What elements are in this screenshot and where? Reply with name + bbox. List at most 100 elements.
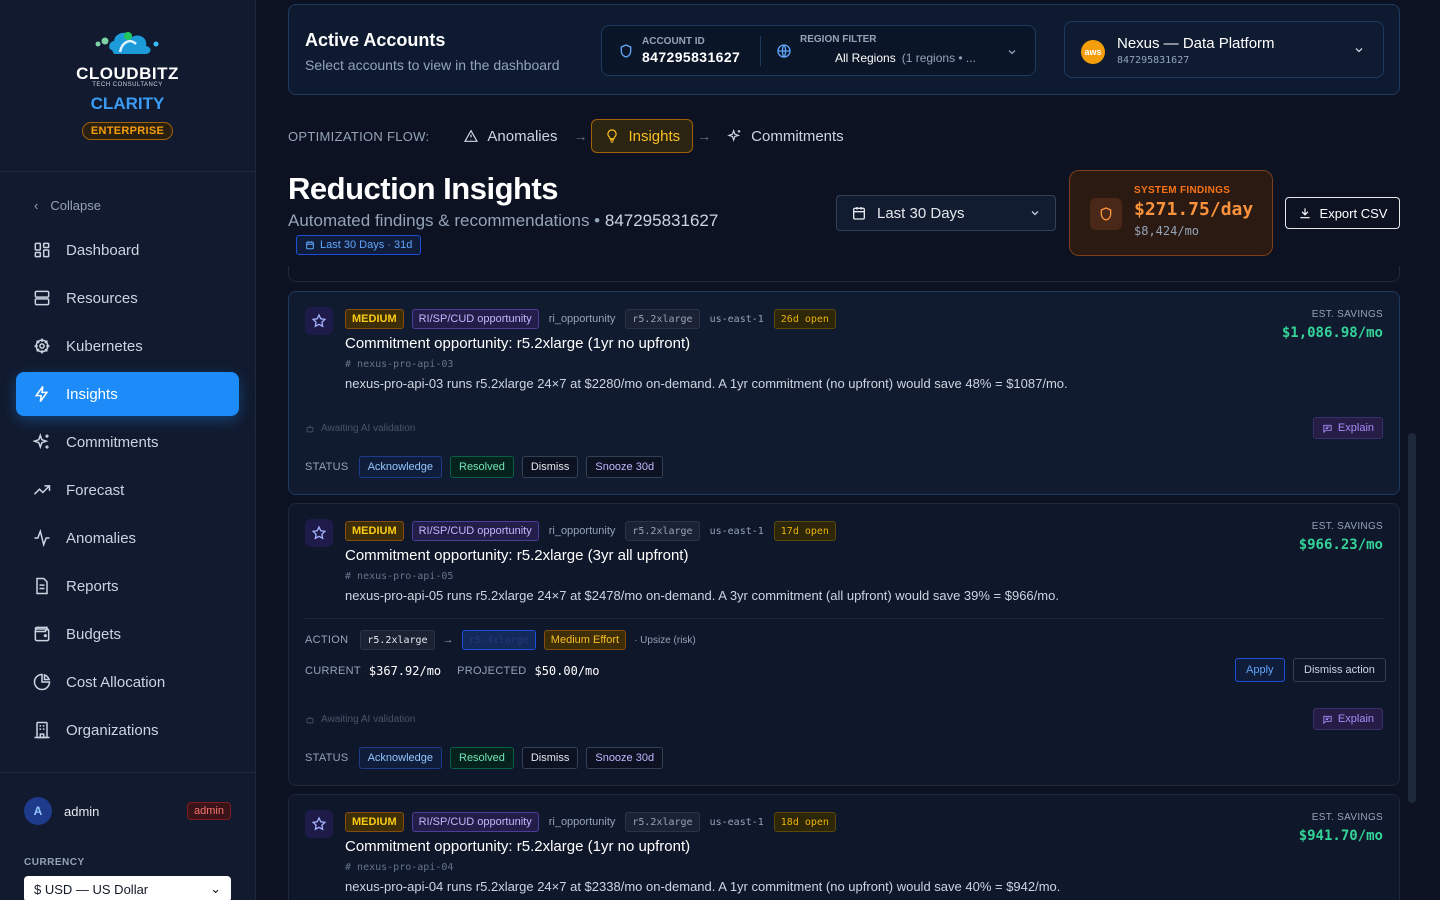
chevron-left-icon: ‹ [34, 197, 39, 213]
currency-select[interactable]: $ USD — US Dollar ⌄ [24, 876, 231, 900]
type-badge: RI/SP/CUD opportunity [411, 309, 539, 329]
star-icon[interactable] [305, 307, 333, 335]
sidebar-item-reports[interactable]: Reports [16, 564, 239, 608]
arrow-right-icon: → [573, 128, 588, 144]
projected-cost: $50.00/mo [534, 664, 600, 678]
star-icon[interactable] [305, 519, 333, 547]
severity-badge: MEDIUM [345, 812, 404, 832]
platform-selector[interactable]: aws Nexus — Data Platform 847295831627 [1064, 21, 1384, 78]
sidebar-item-cost-allocation[interactable]: Cost Allocation [16, 660, 239, 704]
sparkles-icon [727, 128, 741, 142]
brand-block: CLOUDBITZ TECH CONSULTANCY CLARITY ENTER… [0, 0, 255, 172]
sidebar-item-resources[interactable]: Resources [16, 276, 239, 320]
sidebar-item-organizations[interactable]: Organizations [16, 708, 239, 752]
resolved-button[interactable]: Resolved [450, 456, 514, 478]
findings-monthly-value: $8,424/mo [1134, 224, 1200, 238]
collapse-button[interactable]: ‹ Collapse [16, 188, 239, 222]
message-icon [1323, 424, 1332, 433]
explain-button[interactable]: Explain [1312, 708, 1383, 730]
system-findings-card: SYSTEM FINDINGS $271.75/day $8,424/mo [1069, 170, 1273, 256]
sidebar-item-dashboard[interactable]: Dashboard [16, 228, 239, 272]
resolved-button[interactable]: Resolved [450, 747, 514, 769]
flow-step-label: Insights [628, 127, 681, 145]
status-label: STATUS [305, 461, 349, 473]
age-badge: 17d open [773, 521, 836, 541]
shield-icon [620, 44, 632, 58]
snooze-button[interactable]: Snooze 30d [586, 747, 664, 769]
main-content: Active Accounts Select accounts to view … [272, 0, 1416, 900]
sidebar-item-label: Resources [66, 289, 138, 307]
page-subtitle-text: Automated findings & recommendations • [288, 211, 601, 230]
sidebar-item-label: Anomalies [66, 529, 137, 547]
divider [305, 618, 1383, 619]
status-label: STATUS [305, 752, 349, 764]
dismiss-button[interactable]: Dismiss [521, 747, 579, 769]
action-to: r5.4xlarge [461, 630, 536, 650]
sidebar-item-anomalies[interactable]: Anomalies [16, 516, 239, 560]
dismiss-action-button[interactable]: Dismiss action [1293, 658, 1386, 682]
acknowledge-button[interactable]: Acknowledge [358, 456, 442, 478]
flow-step-label: Commitments [751, 127, 844, 145]
type-badge: RI/SP/CUD opportunity [411, 521, 539, 541]
brand-tagline: TECH CONSULTANCY [92, 82, 163, 88]
explain-button[interactable]: Explain [1312, 417, 1383, 439]
region-filter-value[interactable]: All Regions (1 regions • ... [835, 51, 976, 65]
sidebar-item-label: Kubernetes [66, 337, 143, 355]
sidebar-item-kubernetes[interactable]: Kubernetes [16, 324, 239, 368]
sidebar: CLOUDBITZ TECH CONSULTANCY CLARITY ENTER… [0, 0, 256, 900]
optimization-flow: OPTIMIZATION FLOW: Anomalies → Insights … [288, 118, 856, 154]
account-filter[interactable]: ACCOUNT ID 847295831627 REGION FILTER Al… [601, 25, 1036, 76]
sidebar-item-budgets[interactable]: Budgets [16, 612, 239, 656]
star-icon[interactable] [305, 810, 333, 838]
instance-tag: r5.2xlarge [625, 521, 700, 541]
user-row[interactable]: A admin admin [24, 797, 231, 825]
grid-icon [34, 242, 50, 258]
type-badge: RI/SP/CUD opportunity [411, 812, 539, 832]
sidebar-item-forecast[interactable]: Forecast [16, 468, 239, 512]
arrow-right-icon: → [442, 634, 454, 646]
acknowledge-button[interactable]: Acknowledge [358, 747, 442, 769]
effort-badge: Medium Effort [543, 630, 627, 650]
instance-tag: r5.2xlarge [625, 309, 700, 329]
sidebar-footer: A admin admin CURRENCY $ USD — US Dollar… [0, 772, 255, 900]
flow-step-anomalies[interactable]: Anomalies [451, 119, 569, 153]
export-csv-button[interactable]: Export CSV [1285, 197, 1400, 229]
pulse-icon [34, 528, 50, 548]
apply-button[interactable]: Apply [1235, 658, 1285, 682]
flow-step-commitments[interactable]: Commitments [715, 119, 856, 153]
lightbulb-icon [607, 129, 618, 143]
flow-step-insights[interactable]: Insights [591, 119, 694, 153]
insight-tags: MEDIUM RI/SP/CUD opportunity ri_opportun… [345, 812, 836, 832]
sidebar-item-label: Budgets [66, 625, 122, 643]
sidebar-item-commitments[interactable]: Commitments [16, 420, 239, 464]
date-range-select[interactable]: Last 30 Days [836, 195, 1056, 231]
page-title: Reduction Insights [288, 171, 559, 206]
explain-label: Explain [1337, 713, 1374, 725]
resource-id: # nexus-pro-api-04 [345, 862, 454, 873]
status-row: STATUS Acknowledge Resolved Dismiss Snoo… [305, 747, 664, 769]
trend-icon [33, 485, 51, 495]
robot-icon [306, 425, 314, 432]
severity-badge: MEDIUM [345, 309, 404, 329]
pie-icon [33, 673, 51, 691]
dismiss-button[interactable]: Dismiss [521, 456, 579, 478]
chevron-down-icon [1008, 50, 1016, 55]
chevron-down-icon: ⌄ [210, 881, 221, 896]
sidebar-item-insights[interactable]: Insights [16, 372, 239, 416]
snooze-button[interactable]: Snooze 30d [586, 456, 664, 478]
chevron-down-icon [1355, 48, 1363, 53]
savings-label: EST. SAVINGS [1311, 309, 1383, 320]
region-filter-label: REGION FILTER [800, 34, 877, 45]
findings-daily-value: $271.75/day [1134, 199, 1254, 220]
previous-card-edge [288, 266, 1400, 282]
sidebar-item-label: Cost Allocation [66, 673, 166, 691]
bolt-icon [34, 386, 49, 402]
scrollbar-thumb[interactable] [1408, 433, 1416, 803]
sidebar-item-label: Commitments [66, 433, 159, 451]
sidebar-item-label: Insights [66, 385, 118, 403]
chevron-down-icon [1031, 211, 1039, 216]
currency-label: CURRENCY [24, 857, 85, 868]
wallet-icon [34, 626, 50, 642]
age-badge: 26d open [773, 309, 836, 329]
insight-title: Commitment opportunity: r5.2xlarge (1yr … [345, 335, 691, 352]
